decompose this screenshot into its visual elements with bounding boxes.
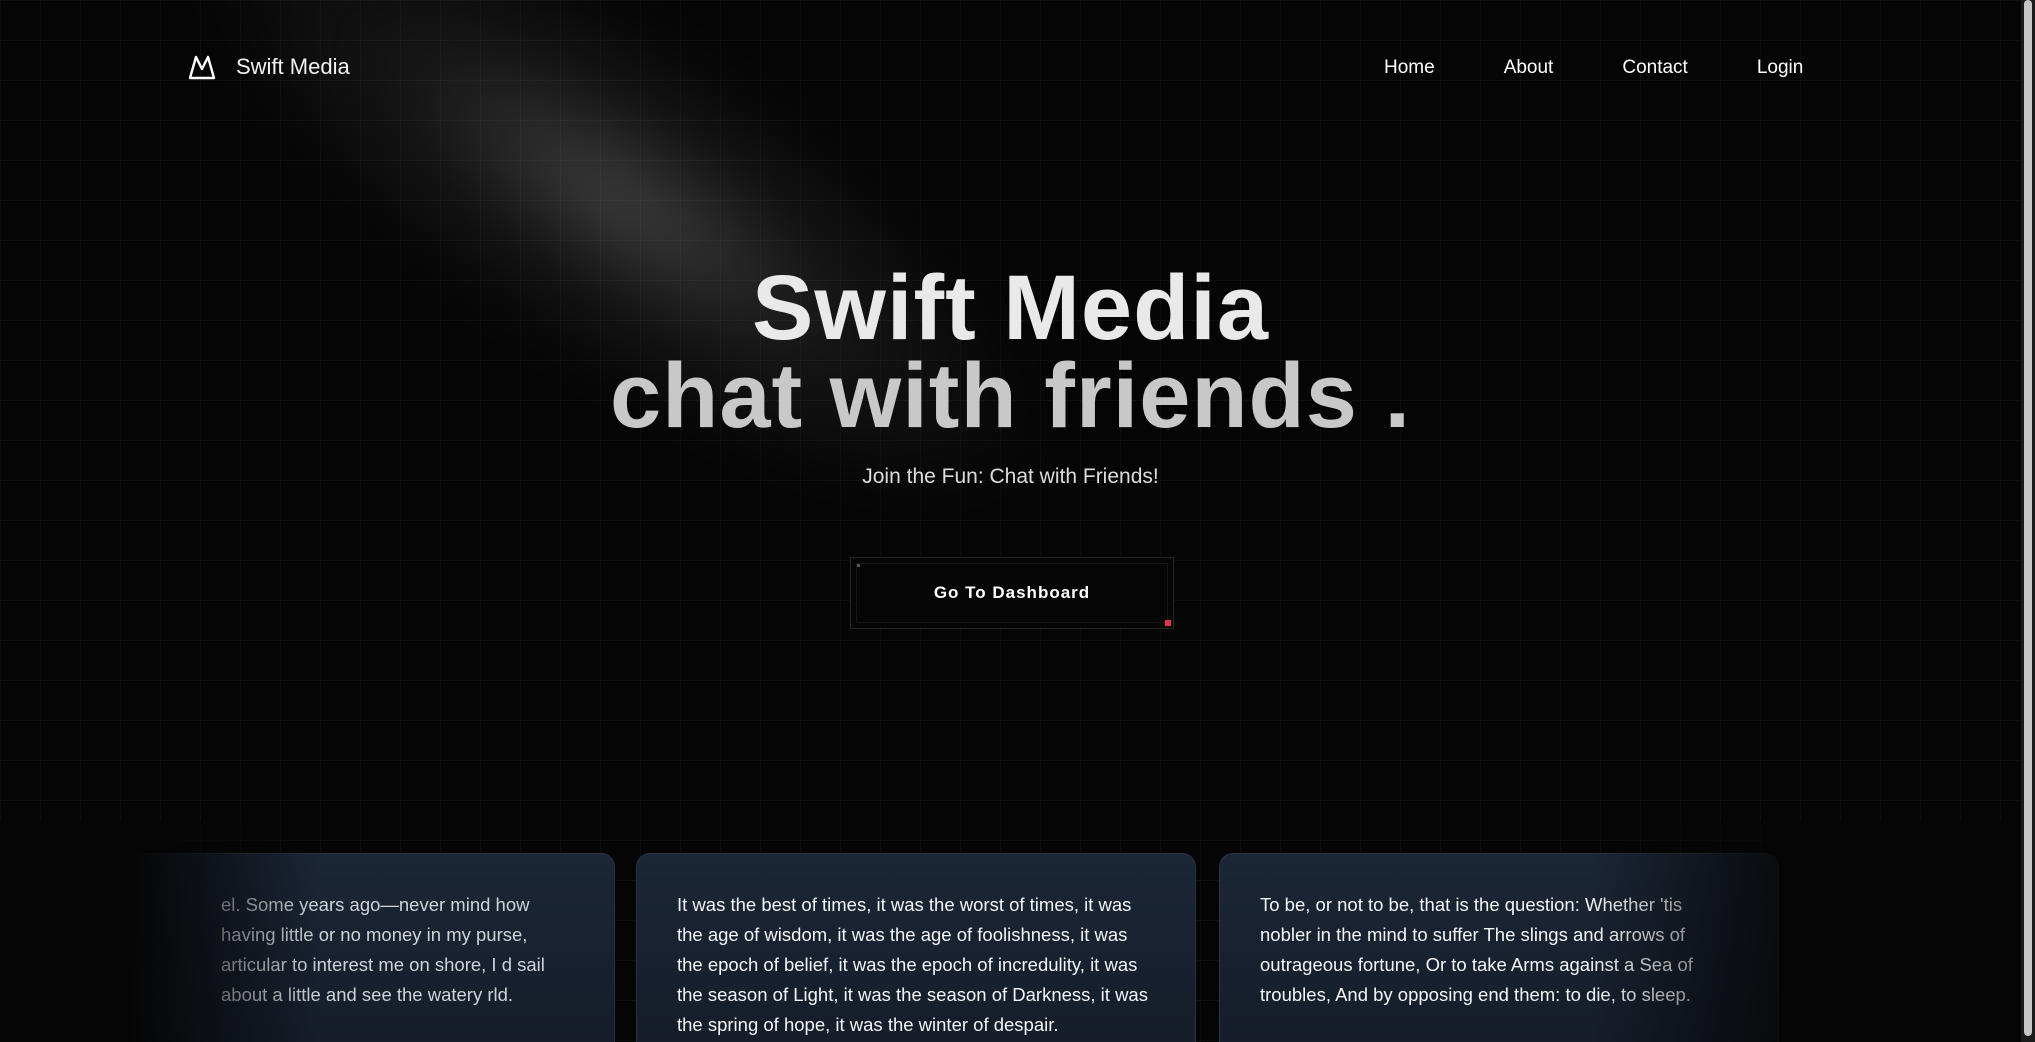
quote-text: It was the best of times, it was the wor… [677, 894, 1148, 1035]
go-to-dashboard-button[interactable]: Go To Dashboard [850, 557, 1174, 629]
page-scrollbar[interactable] [2021, 0, 2035, 1042]
hero-title: Swift Media [751, 257, 1270, 359]
nav-contact-link[interactable]: Contact [1622, 57, 1687, 79]
site-header: Swift Media Home About Contact Login [0, 0, 2021, 140]
nav-login-link[interactable]: Login [1757, 57, 1804, 79]
page: Swift Media Home About Contact Login Swi… [0, 0, 2035, 1042]
mountain-icon [188, 54, 216, 80]
cards-fade-right [1590, 820, 2021, 1042]
hero-tagline: chat with friends . [609, 345, 1412, 447]
cta-label: Go To Dashboard [933, 583, 1091, 602]
main-nav: Home About Contact Login [1384, 57, 1803, 79]
hero-subtitle: Join the Fun: Chat with Friends! [862, 465, 1159, 488]
nav-about-link[interactable]: About [1504, 57, 1554, 79]
brand[interactable]: Swift Media [188, 54, 350, 80]
quote-card: It was the best of times, it was the wor… [636, 853, 1196, 1042]
cta-accent-dot [1165, 620, 1171, 626]
scrollbar-thumb[interactable] [2024, 0, 2032, 1036]
cta-corner-mark [857, 564, 860, 567]
nav-home-link[interactable]: Home [1384, 57, 1435, 79]
brand-name: Swift Media [236, 54, 350, 79]
cards-fade-left [0, 820, 320, 1042]
